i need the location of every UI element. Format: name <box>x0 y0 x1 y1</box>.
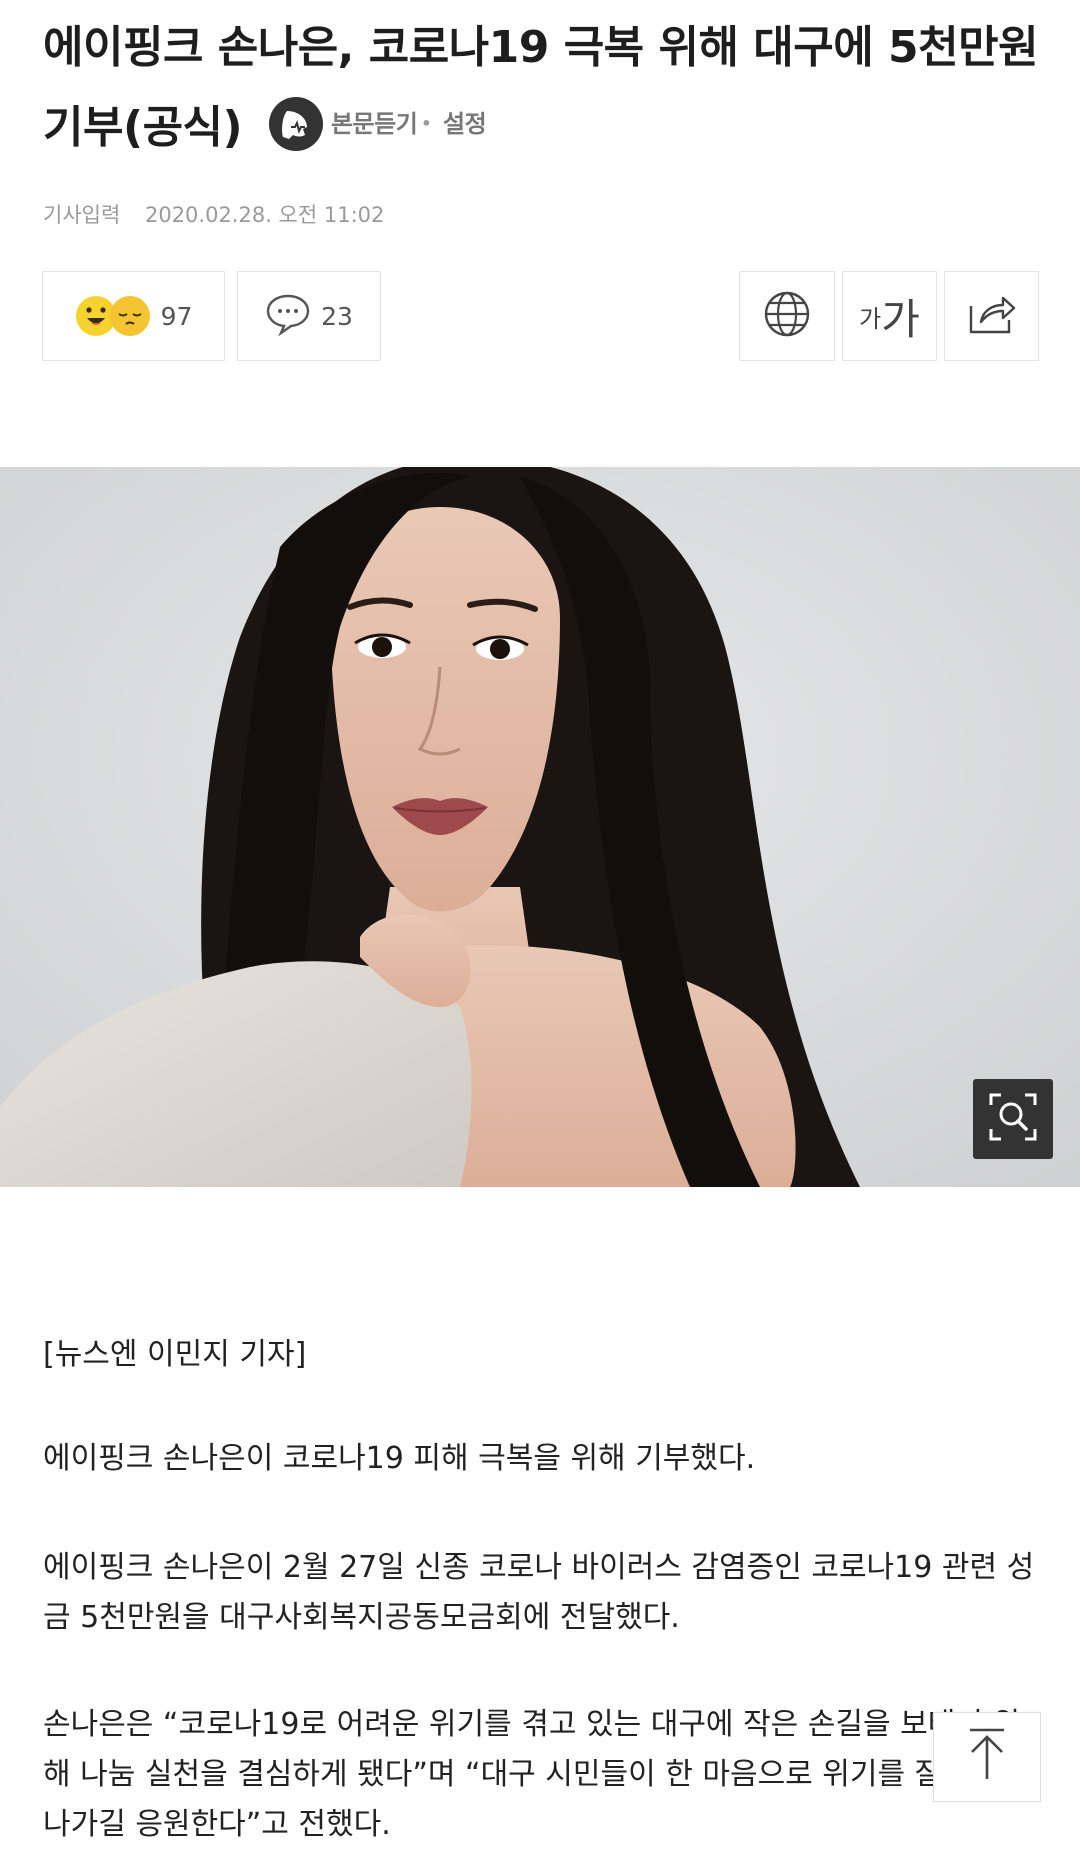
listen-control[interactable]: 본문듣기 • 설정 <box>268 84 487 164</box>
reaction-count: 97 <box>160 301 193 331</box>
sleepy-emoji-icon <box>109 295 151 337</box>
share-button[interactable] <box>944 271 1039 361</box>
comment-button[interactable]: 23 <box>237 271 381 361</box>
published-date: 2020.02.28. 오전 11:02 <box>144 203 385 227</box>
listen-label[interactable]: 본문듣기 <box>331 109 418 139</box>
font-small-label: 가 <box>859 304 882 333</box>
translate-button[interactable] <box>739 271 835 361</box>
globe-icon <box>763 290 811 342</box>
share-icon <box>967 292 1017 340</box>
scroll-top-button[interactable] <box>933 1712 1041 1802</box>
photo-zoom-button[interactable] <box>973 1079 1053 1159</box>
article-paragraph: 손나은은 “코로나19로 어려운 위기를 겪고 있는 대구에 작은 손길을 보태… <box>43 1707 1035 1842</box>
reaction-button[interactable]: 97 <box>42 271 225 361</box>
article-title: 에이핑크 손나은, 코로나19 극복 위해 대구에 5천만원 기부(공식) <box>43 22 1039 153</box>
article-page: 에이핑크 손나은, 코로나19 극복 위해 대구에 5천만원 기부(공식) 본문… <box>0 0 1080 1859</box>
published-label: 기사입력 <box>43 203 121 227</box>
article-paragraph: 에이핑크 손나은이 코로나19 피해 극복을 위해 기부했다. <box>43 1441 756 1476</box>
article-byline: [뉴스엔 이민지 기자] <box>43 1337 307 1372</box>
article-photo[interactable] <box>0 467 1080 1187</box>
separator-dot: • <box>421 114 432 133</box>
settings-link[interactable]: 설정 <box>443 109 487 139</box>
article-meta: 기사입력 2020.02.28. 오전 11:02 <box>43 199 384 229</box>
comment-bubble-icon <box>265 292 311 340</box>
font-big-label: 가 <box>881 294 920 344</box>
listen-speaker-icon[interactable] <box>268 97 323 151</box>
zoom-search-icon <box>987 1091 1039 1147</box>
comment-count: 23 <box>321 301 353 331</box>
article-title-block: 에이핑크 손나은, 코로나19 극복 위해 대구에 5천만원 기부(공식) 본문… <box>43 8 1043 170</box>
font-size-button[interactable]: 가 가 <box>842 271 937 361</box>
article-paragraph: 에이핑크 손나은이 2월 27일 신종 코로나 바이러스 감염증인 코로나19 … <box>43 1550 1035 1635</box>
arrow-up-icon <box>964 1727 1010 1787</box>
